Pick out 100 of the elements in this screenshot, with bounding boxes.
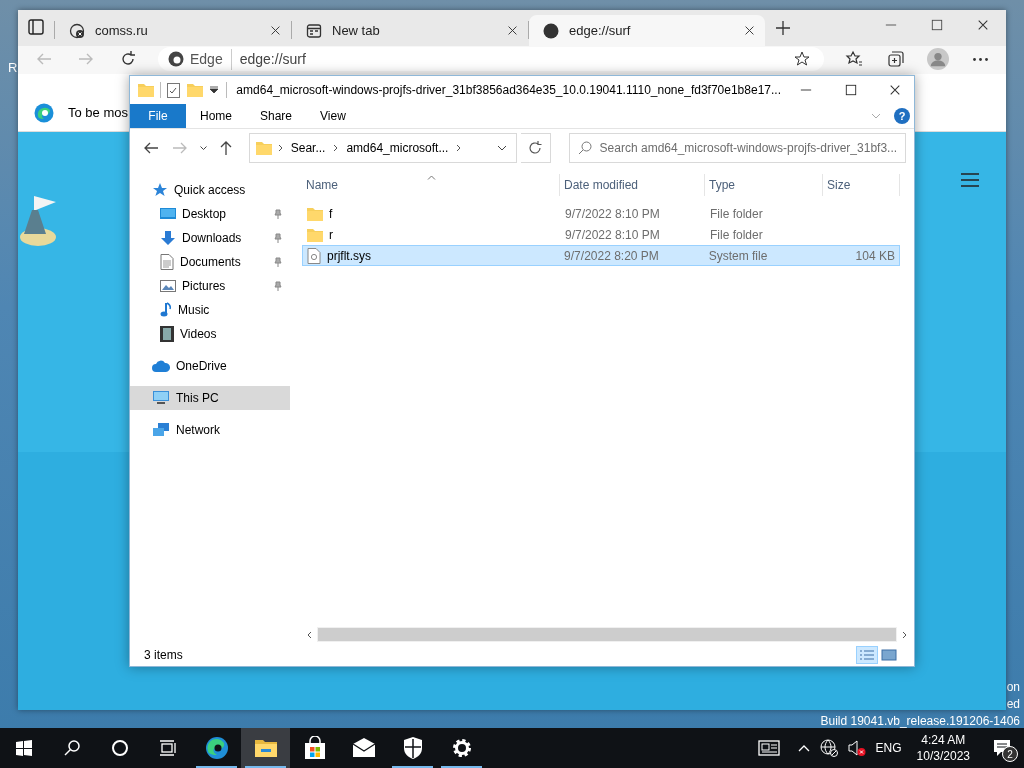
- language-button[interactable]: ENG: [870, 728, 907, 768]
- watermark-text: ed: [1006, 697, 1020, 711]
- help-button[interactable]: ?: [894, 108, 910, 124]
- large-icons-view-button[interactable]: [878, 646, 900, 664]
- file-menu-tab[interactable]: File: [130, 104, 186, 128]
- network-icon: [819, 739, 838, 757]
- notifications-button[interactable]: 2: [980, 728, 1024, 768]
- caret-icon: [199, 146, 207, 150]
- site-info-button[interactable]: Edge: [168, 48, 232, 70]
- clock-button[interactable]: 4:24 AM 10/3/2023: [906, 728, 980, 768]
- blocked-site-icon: [69, 22, 85, 39]
- ribbon-tab[interactable]: View: [306, 104, 360, 128]
- info-bar-text: To be mos: [68, 103, 128, 122]
- watermark-text: Build 19041.vb_release.191206-1406: [820, 714, 1020, 728]
- folder-icon: [138, 83, 154, 97]
- desktop-icon: [160, 207, 176, 221]
- breadcrumb[interactable]: Sear...: [288, 139, 328, 157]
- down-arrow-icon: [160, 230, 176, 246]
- file-row[interactable]: prjflt.sys 9/7/2022 8:20 PM System file 104 KB: [302, 245, 900, 266]
- star-icon: [794, 51, 810, 67]
- clock-time: 4:24 AM: [921, 732, 966, 748]
- volume-icon: [847, 739, 866, 757]
- checklist-icon: [167, 82, 181, 98]
- status-text: 3 items: [144, 647, 184, 664]
- ribbon-tab[interactable]: Home: [186, 104, 246, 128]
- clock-date: 10/3/2023: [916, 748, 970, 764]
- window-title: amd64_microsoft-windows-projfs-driver_31bf3856ad364e35_10.0.19041.1110_none_fd3f70e1b8e17...: [235, 82, 781, 99]
- cortana-icon: [112, 740, 128, 756]
- nav-item[interactable]: OneDrive: [130, 354, 290, 378]
- refresh-icon: [528, 141, 543, 155]
- date-modified: 9/7/2022 8:10 PM: [564, 205, 661, 223]
- file-icon: [307, 247, 321, 264]
- folder-icon: [186, 83, 203, 97]
- nav-item[interactable]: Music: [130, 298, 290, 322]
- file-row[interactable]: r 9/7/2022 8:10 PM File folder: [302, 224, 900, 245]
- edge-logo-icon: [34, 102, 54, 123]
- refresh-icon: [119, 50, 137, 68]
- file-name: prjflt.sys: [327, 247, 371, 265]
- document-icon: [160, 254, 174, 270]
- folder-icon: [307, 206, 323, 221]
- ribbon-tab[interactable]: Share: [246, 104, 307, 128]
- file-type: File folder: [709, 205, 764, 223]
- favorites-icon: [845, 50, 863, 68]
- address-bar[interactable]: Edge edge://surf: [158, 47, 824, 71]
- folder-icon: [307, 227, 323, 242]
- close-icon: [977, 19, 989, 31]
- nav-item[interactable]: Network: [130, 418, 290, 442]
- new-tab-icon: [306, 22, 322, 39]
- file-explorer-taskbar-button[interactable]: [241, 728, 290, 768]
- folder-icon: [255, 141, 272, 155]
- close-icon[interactable]: [744, 25, 755, 36]
- chevron-left-icon: [307, 630, 312, 639]
- browser-tab[interactable]: edge://surf: [529, 15, 765, 46]
- more-icon: [972, 57, 988, 61]
- nav-item[interactable]: Pictures: [130, 274, 290, 298]
- maximize-icon: [931, 19, 943, 31]
- nav-item[interactable]: Quick access: [130, 178, 290, 202]
- nav-item[interactable]: Videos: [130, 322, 290, 346]
- computer-icon: [152, 391, 170, 405]
- chevron-right-icon: [902, 630, 907, 639]
- chevron-right-icon: [277, 144, 283, 152]
- chevron-up-icon: [797, 744, 810, 752]
- breadcrumb[interactable]: amd64_microsoft...: [344, 139, 451, 157]
- collections-icon: [887, 50, 905, 68]
- task-view-icon: [160, 740, 176, 756]
- close-icon[interactable]: [507, 25, 518, 36]
- chevron-down-icon: [871, 113, 881, 119]
- large-icons-view-icon: [881, 649, 897, 661]
- column-header[interactable]: Date modified: [560, 174, 705, 196]
- desktop-icon-label[interactable]: R: [8, 58, 18, 78]
- column-header[interactable]: Size: [823, 174, 900, 196]
- scrollbar-thumb[interactable]: [318, 628, 896, 641]
- chevron-right-icon: [333, 144, 339, 152]
- browser-tab[interactable]: comss.ru: [55, 15, 291, 46]
- back-icon: [142, 140, 159, 156]
- pin-icon: [272, 233, 282, 243]
- close-icon[interactable]: [270, 25, 281, 36]
- nav-item[interactable]: Documents: [130, 250, 290, 274]
- nav-item[interactable]: Desktop: [130, 202, 290, 226]
- file-row[interactable]: f 9/7/2022 8:10 PM File folder: [302, 203, 900, 224]
- refresh-button[interactable]: [521, 133, 551, 163]
- file-name: r: [329, 226, 333, 244]
- close-icon: [888, 84, 901, 96]
- details-view-icon: [859, 649, 875, 661]
- search-field[interactable]: Search amd64_microsoft-windows-projfs-driver_31bf3...: [568, 133, 906, 163]
- browser-tab[interactable]: New tab: [292, 15, 528, 46]
- network-icon: [152, 422, 170, 438]
- nav-item[interactable]: Downloads: [130, 226, 290, 250]
- maximize-icon: [844, 84, 857, 96]
- nav-item[interactable]: This PC: [130, 386, 290, 410]
- date-modified: 9/7/2022 8:20 PM: [563, 247, 660, 265]
- picture-icon: [160, 279, 176, 293]
- address-bar[interactable]: Sear... amd64_microsoft...: [248, 133, 517, 163]
- column-header[interactable]: Name: [302, 174, 560, 196]
- search-icon: [577, 141, 592, 155]
- column-header[interactable]: Type: [705, 174, 823, 196]
- film-icon: [160, 326, 174, 342]
- envelope-icon: [351, 736, 376, 760]
- watermark-text: on: [1006, 680, 1020, 694]
- edge-logo-icon: [168, 51, 184, 67]
